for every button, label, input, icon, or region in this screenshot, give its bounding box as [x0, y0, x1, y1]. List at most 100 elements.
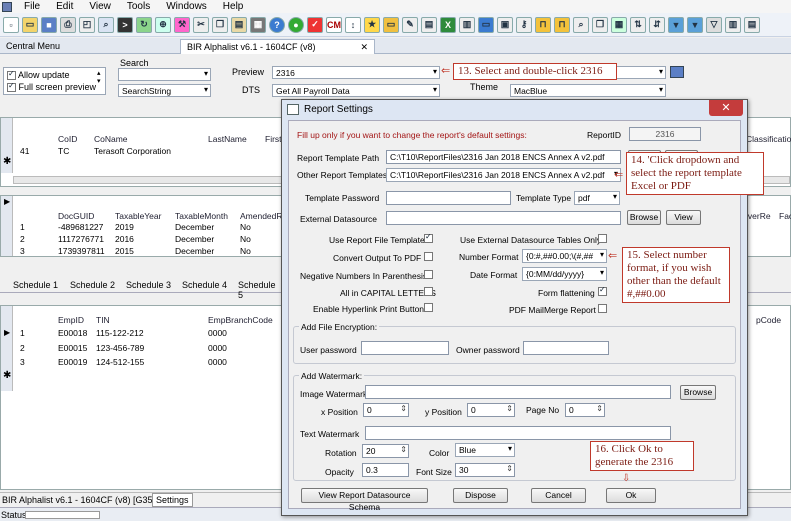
folder-blue-icon[interactable]: ▭ [478, 16, 494, 33]
doc-edit-icon[interactable]: ▤ [421, 16, 437, 33]
hyperlink-print-checkbox[interactable] [424, 303, 433, 312]
capital-letters-checkbox[interactable] [424, 287, 433, 296]
close-icon[interactable]: ✕ [709, 100, 743, 116]
tab-schedule-1[interactable]: Schedule 1 [13, 280, 58, 290]
col-lastname[interactable]: LastName [208, 134, 247, 144]
image-watermark-field[interactable] [365, 385, 671, 399]
help-icon[interactable]: ? [269, 16, 285, 33]
col-classification[interactable]: Classification [746, 134, 791, 144]
opacity-field[interactable]: 0.3 [362, 463, 409, 477]
paste-icon[interactable]: ▤ [231, 16, 247, 33]
browse-button[interactable]: Browse [627, 210, 661, 225]
allow-update-option[interactable]: Allow update [7, 69, 70, 81]
options-scroll-icon[interactable]: ▴ ▾ [97, 69, 101, 85]
x-position-stepper[interactable]: 0 [363, 403, 409, 417]
table-row[interactable]: 2 E00015 123-456-789 0000 [1, 343, 281, 355]
layout-icon[interactable]: ▣ [497, 16, 513, 33]
template-type-select[interactable]: pdf [574, 191, 620, 205]
preview-book-icon[interactable] [670, 66, 684, 78]
use-external-checkbox[interactable] [598, 234, 607, 243]
pin-icon[interactable]: ✎ [402, 16, 418, 33]
lock-open-icon[interactable]: ⊓ [535, 16, 551, 33]
calendar-icon[interactable]: ▦ [611, 16, 627, 33]
filter-icon[interactable]: ▼ [668, 16, 684, 33]
print-icon[interactable]: ⎙ [60, 16, 76, 33]
col-taxableyear[interactable]: TaxableYear [115, 211, 161, 221]
print-preview-icon[interactable]: ◰ [79, 16, 95, 33]
filter-clear-icon[interactable]: ▽ [706, 16, 722, 33]
table-row[interactable]: 2 1117276771 2016 December No [1, 234, 281, 246]
menu-file[interactable]: File [16, 1, 48, 12]
table-row[interactable]: 3 E00019 124-512-155 0000 [1, 357, 281, 369]
use-template-checkbox[interactable] [424, 232, 433, 243]
menu-windows[interactable]: Windows [158, 1, 215, 12]
col-empbranchcode[interactable]: EmpBranchCode [208, 315, 273, 325]
rotation-stepper[interactable]: 20 [362, 444, 409, 458]
template-path-field[interactable]: C:\T10\ReportFiles\2316 Jan 2018 ENCS An… [386, 150, 621, 164]
pdf-mailmerge-checkbox[interactable] [598, 304, 607, 313]
other-templates-select[interactable]: C:\T10\ReportFiles\2316 Jan 2018 ENCS An… [386, 168, 621, 182]
zoom-icon[interactable]: ⊕ [155, 16, 171, 33]
calc-icon[interactable]: ✓ [307, 16, 323, 33]
preview-extra-select[interactable] [615, 66, 666, 79]
table-row[interactable]: 1 E00018 115-122-212 0000 [1, 328, 281, 340]
font-size-stepper[interactable]: 30 [455, 463, 515, 477]
user-password-field[interactable] [361, 341, 449, 355]
search-string-select[interactable]: SearchString [118, 84, 211, 97]
full-screen-option[interactable]: Full screen preview [7, 81, 96, 93]
menu-tools[interactable]: Tools [119, 1, 158, 12]
dts-select[interactable]: Get All Payroll Data [272, 84, 440, 97]
color-select[interactable]: Blue [455, 443, 515, 457]
save-icon[interactable]: ■ [41, 16, 57, 33]
col-coid[interactable]: CoID [58, 134, 77, 144]
page-no-stepper[interactable]: 0 [565, 403, 605, 417]
template-password-field[interactable] [386, 191, 511, 205]
refresh-icon[interactable]: ↻ [136, 16, 152, 33]
search-input[interactable] [118, 68, 211, 81]
full-screen-checkbox[interactable] [7, 81, 16, 93]
table-row[interactable]: 3 1739397811 2015 December No [1, 246, 281, 256]
lock-icon[interactable]: ⊓ [554, 16, 570, 33]
convert-pdf-checkbox[interactable] [424, 252, 433, 261]
cut-icon[interactable]: ✂ [193, 16, 209, 33]
negative-parenthesis-checkbox[interactable] [424, 270, 433, 279]
columns-icon[interactable]: ▥ [725, 16, 741, 33]
doc-table-icon[interactable]: ▥ [459, 16, 475, 33]
tab-schedule-3[interactable]: Schedule 3 [126, 280, 171, 290]
ok-button[interactable]: Ok [606, 488, 656, 503]
allow-update-checkbox[interactable] [7, 69, 16, 81]
copy-doc-icon[interactable]: ❐ [592, 16, 608, 33]
tab-schedule-2[interactable]: Schedule 2 [70, 280, 115, 290]
sort-asc-icon[interactable]: ⇅ [630, 16, 646, 33]
col-coname[interactable]: CoName [94, 134, 128, 144]
open-folder-icon[interactable]: ▭ [22, 16, 38, 33]
form-flattening-checkbox[interactable] [598, 285, 607, 296]
owner-password-field[interactable] [523, 341, 609, 355]
tab-settings-bottom[interactable]: Settings [152, 493, 193, 507]
menu-view[interactable]: View [81, 1, 119, 12]
dispose-button[interactable]: Dispose [453, 488, 508, 503]
col-empid[interactable]: EmpID [58, 315, 84, 325]
text-watermark-field[interactable] [365, 426, 671, 440]
col-docguid[interactable]: DocGUID [58, 211, 94, 221]
external-datasource-field[interactable] [386, 211, 621, 225]
zoom-doc-icon[interactable]: ⌕ [573, 16, 589, 33]
new-icon[interactable]: ▫ [3, 16, 19, 33]
col-fac[interactable]: Fac [779, 211, 791, 221]
menu-edit[interactable]: Edit [48, 1, 81, 12]
col-pcode[interactable]: pCode [756, 315, 781, 325]
sort-desc-icon[interactable]: ⇵ [649, 16, 665, 33]
preview-select[interactable]: 2316 [272, 66, 440, 79]
grid-icon[interactable]: ▦ [250, 16, 266, 33]
tab-schedule-4[interactable]: Schedule 4 [182, 280, 227, 290]
theme-select[interactable]: MacBlue [510, 84, 666, 97]
view-schema-button[interactable]: View Report Datasource Schema [301, 488, 428, 512]
sort-icon[interactable]: ↕ [345, 16, 361, 33]
col-lverre[interactable]: lverRe [746, 211, 771, 221]
tab-central-menu[interactable]: Central Menu [0, 39, 66, 54]
find-icon[interactable]: ⌕ [98, 16, 114, 33]
table-row[interactable]: 1 -489681227 2019 December No [1, 222, 281, 234]
tab-bir-alphalist[interactable]: BIR Alphalist v6.1 - 1604CF (v8) ✕ [180, 39, 375, 54]
number-format-select[interactable]: {0:#,##0.00;\(#,## [522, 249, 607, 263]
view-button[interactable]: View [666, 210, 701, 225]
